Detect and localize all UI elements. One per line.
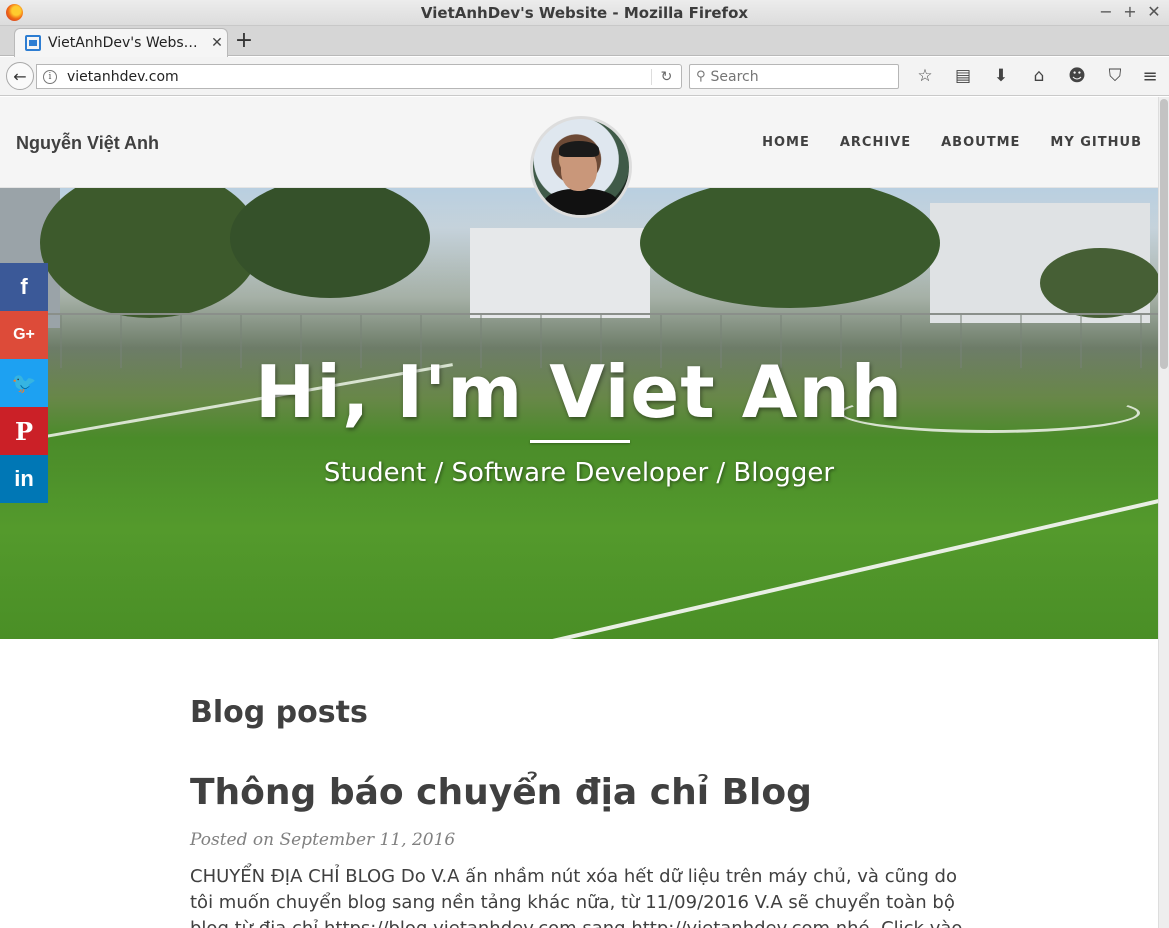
site-favicon-icon bbox=[25, 35, 41, 51]
twitter-share-icon[interactable]: 🐦 bbox=[0, 359, 48, 407]
post-meta: Posted on September 11, 2016 bbox=[190, 830, 456, 850]
web-page: Nguyễn Việt Anh HOME ARCHIVE ABOUTME MY … bbox=[0, 97, 1158, 928]
tab-close-icon[interactable]: ✕ bbox=[207, 35, 227, 51]
bookmark-star-icon[interactable]: ☆ bbox=[906, 64, 944, 89]
hamburger-menu-icon[interactable]: ≡ bbox=[1137, 64, 1163, 89]
site-info-icon[interactable]: i bbox=[43, 69, 57, 84]
search-icon: ⚲ bbox=[696, 69, 706, 84]
googleplus-share-icon[interactable]: G+ bbox=[0, 311, 48, 359]
close-window-button[interactable]: ✕ bbox=[1147, 2, 1161, 21]
nav-home[interactable]: HOME bbox=[762, 135, 810, 150]
hero-divider bbox=[530, 440, 630, 443]
nav-github[interactable]: MY GITHUB bbox=[1050, 135, 1142, 150]
site-nav-links: HOME ARCHIVE ABOUTME MY GITHUB bbox=[762, 135, 1142, 150]
hero-subtitle: Student / Software Developer / Blogger bbox=[323, 458, 835, 488]
nav-archive[interactable]: ARCHIVE bbox=[840, 135, 911, 150]
browser-navbar: ← i vietanhdev.com ↻ ⚲ ☆ ▤ ⬇ ⌂ ☻ ⛉ ≡ bbox=[0, 57, 1169, 96]
pinterest-share-icon[interactable]: P bbox=[0, 407, 48, 455]
social-share-bar: f G+ 🐦 P in bbox=[0, 263, 48, 503]
tab-strip: VietAnhDev's Webs… ✕ + bbox=[0, 26, 1169, 57]
toolbar-icons: ☆ ▤ ⬇ ⌂ ☻ ⛉ bbox=[906, 64, 1134, 89]
maximize-button[interactable]: + bbox=[1123, 2, 1137, 21]
window-titlebar: VietAnhDev's Website - Mozilla Firefox −… bbox=[0, 0, 1169, 26]
hello-chat-icon[interactable]: ☻ bbox=[1058, 64, 1096, 89]
nav-aboutme[interactable]: ABOUTME bbox=[941, 135, 1020, 150]
reading-list-icon[interactable]: ▤ bbox=[944, 64, 982, 89]
hero-banner: Hi, I'm Viet Anh Student / Software Deve… bbox=[0, 188, 1158, 639]
linkedin-share-icon[interactable]: in bbox=[0, 455, 48, 503]
scrollbar-thumb[interactable] bbox=[1160, 99, 1168, 369]
search-bar[interactable]: ⚲ bbox=[689, 64, 899, 89]
downloads-icon[interactable]: ⬇ bbox=[982, 64, 1020, 89]
pocket-icon[interactable]: ⛉ bbox=[1096, 64, 1134, 89]
section-title: Blog posts bbox=[190, 695, 368, 730]
browser-tab[interactable]: VietAnhDev's Webs… ✕ bbox=[14, 28, 228, 57]
new-tab-button[interactable]: + bbox=[233, 28, 255, 53]
page-scrollbar[interactable] bbox=[1158, 97, 1169, 928]
minimize-button[interactable]: − bbox=[1099, 2, 1113, 21]
tab-label: VietAnhDev's Webs… bbox=[48, 35, 198, 51]
back-button[interactable]: ← bbox=[6, 62, 34, 90]
home-icon[interactable]: ⌂ bbox=[1020, 64, 1058, 89]
hero-title: Hi, I'm Viet Anh bbox=[255, 350, 903, 434]
post-title-link[interactable]: Thông báo chuyển địa chỉ Blog bbox=[190, 772, 980, 814]
window-controls: − + ✕ bbox=[1099, 2, 1161, 21]
url-text[interactable]: vietanhdev.com bbox=[67, 69, 651, 85]
url-bar[interactable]: i vietanhdev.com ↻ bbox=[36, 64, 682, 89]
search-input[interactable] bbox=[710, 68, 881, 85]
avatar bbox=[530, 116, 632, 218]
window-title: VietAnhDev's Website - Mozilla Firefox bbox=[420, 4, 749, 22]
reload-icon[interactable]: ↻ bbox=[651, 68, 681, 85]
main-content: Blog posts Thông báo chuyển địa chỉ Blog… bbox=[190, 695, 980, 928]
facebook-share-icon[interactable]: f bbox=[0, 263, 48, 311]
post-excerpt: CHUYỂN ĐỊA CHỈ BLOG Do V.A ấn nhầm nút x… bbox=[190, 866, 962, 928]
site-brand[interactable]: Nguyễn Việt Anh bbox=[16, 133, 159, 154]
